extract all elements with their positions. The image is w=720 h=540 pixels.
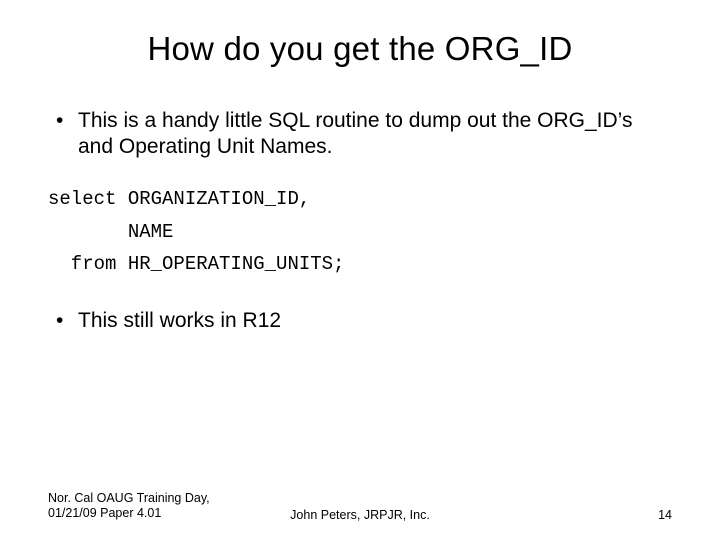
slide: How do you get the ORG_ID This is a hand… — [0, 0, 720, 540]
sql-code-block: select ORGANIZATION_ID, NAME from HR_OPE… — [48, 183, 672, 280]
slide-footer: Nor. Cal OAUG Training Day, 01/21/09 Pap… — [48, 491, 672, 522]
bullet-item: This still works in R12 — [48, 308, 672, 334]
footer-left: Nor. Cal OAUG Training Day, 01/21/09 Pap… — [48, 491, 248, 522]
bullet-list-2: This still works in R12 — [48, 308, 672, 334]
footer-page-number: 14 — [658, 508, 672, 522]
slide-title: How do you get the ORG_ID — [48, 30, 672, 68]
bullet-item: This is a handy little SQL routine to du… — [48, 108, 672, 159]
bullet-list-1: This is a handy little SQL routine to du… — [48, 108, 672, 159]
